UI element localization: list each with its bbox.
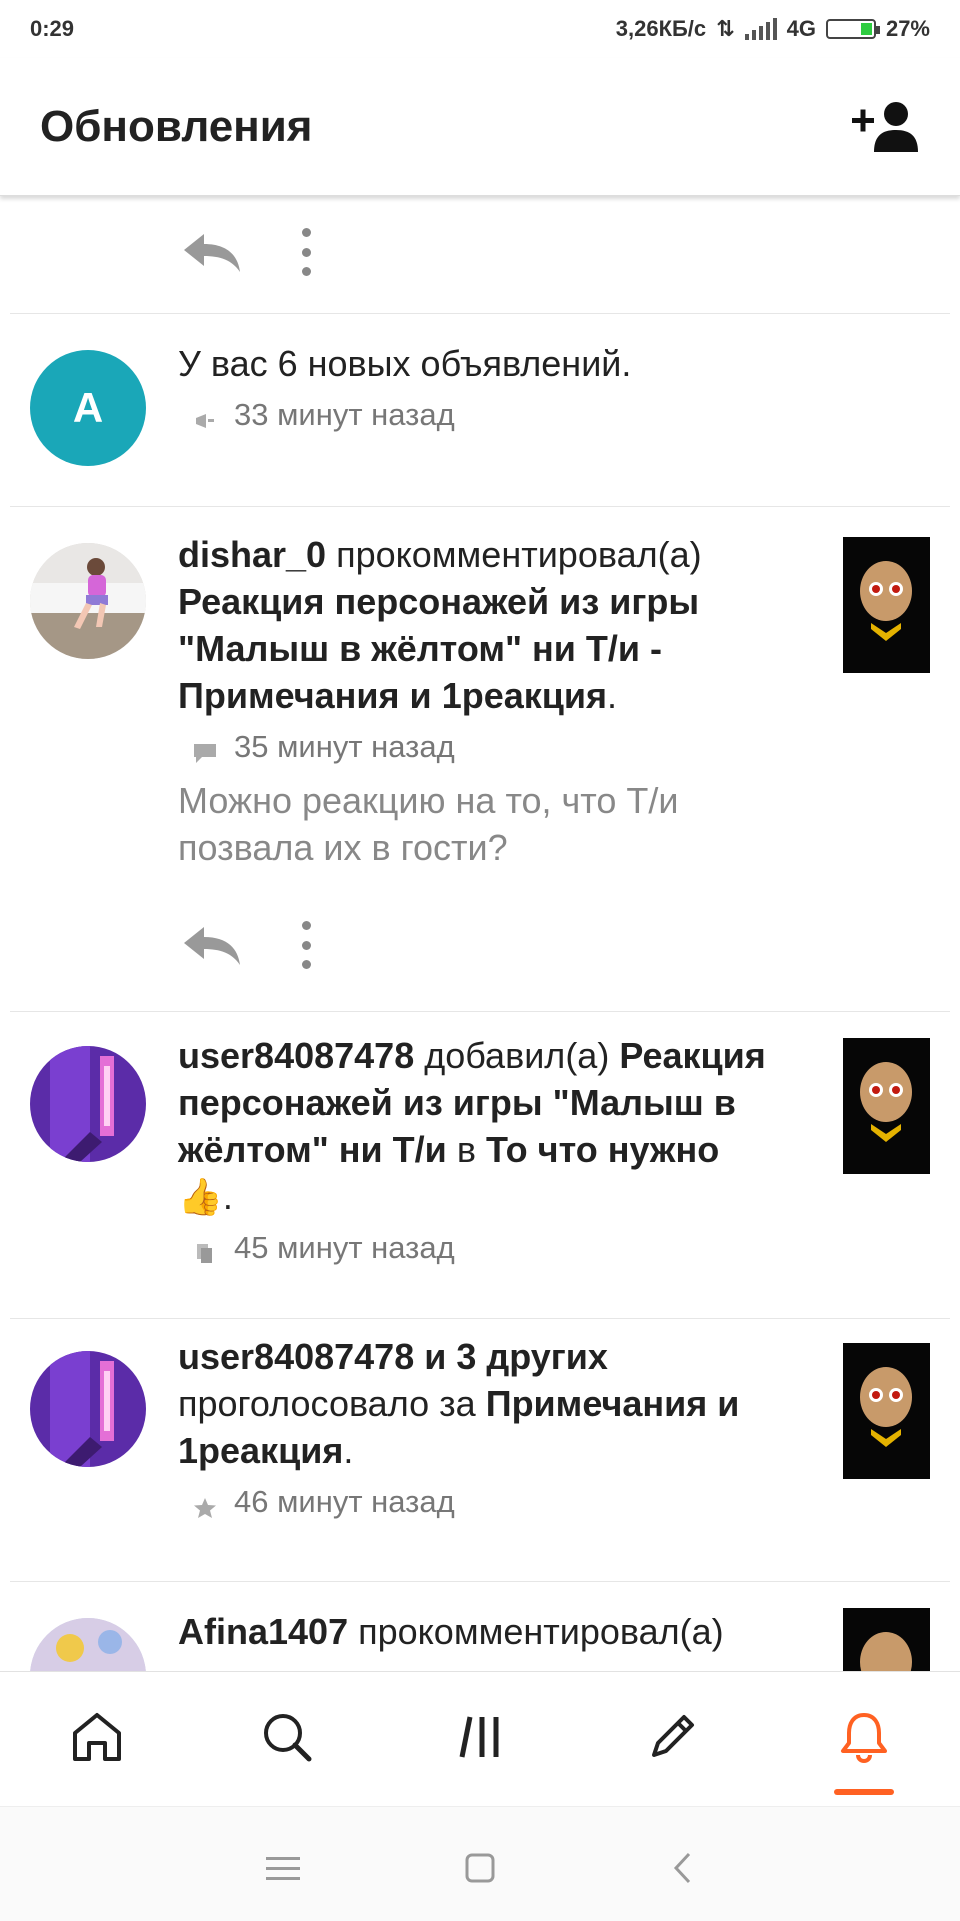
action-text: прокомментировал(а) xyxy=(336,534,702,575)
item-time: 45 минут назад xyxy=(234,1230,455,1265)
story-cover-thumbnail[interactable] xyxy=(843,1343,930,1479)
item-meta: 45 минут назад xyxy=(178,1230,818,1266)
added-to-list-notification[interactable]: user84087478 добавил(а) Реакция персонаж… xyxy=(0,1012,960,1312)
app-bar: Обновления xyxy=(0,58,960,196)
comment-preview[interactable]: Можно реакцию на то, что Т/и позвала их … xyxy=(178,777,818,871)
add-person-icon[interactable] xyxy=(850,97,920,157)
avatar[interactable] xyxy=(30,1351,146,1467)
battery-icon xyxy=(825,19,880,39)
story-title-link[interactable]: Реакция xyxy=(619,1035,765,1076)
status-time: 0:29 xyxy=(30,16,75,41)
item-meta: 46 минут назад xyxy=(178,1484,818,1520)
menu-icon[interactable] xyxy=(258,1843,308,1893)
avatar-letter: A xyxy=(72,384,104,431)
previous-item-actions xyxy=(0,196,960,314)
back-icon[interactable] xyxy=(658,1843,708,1893)
item-meta: 33 минут назад xyxy=(178,397,818,433)
item-time: 35 минут назад xyxy=(234,729,455,764)
bottom-navigation xyxy=(0,1671,960,1807)
reading-list-link[interactable]: То что нужно xyxy=(486,1129,719,1170)
avatar[interactable] xyxy=(30,543,146,659)
punctuation: . xyxy=(607,675,618,716)
battery-percent: 27% xyxy=(885,16,930,41)
notifications-icon[interactable] xyxy=(829,1702,899,1772)
vote-notification[interactable]: user84087478 и 3 других проголосовало за… xyxy=(0,1319,960,1579)
thumbs-up-emoji: 👍 xyxy=(178,1176,223,1217)
network-speed: 3,26КБ/с xyxy=(615,16,707,41)
battery-fill xyxy=(860,23,872,35)
updates-feed[interactable]: A У вас 6 новых объявлений. 33 минут наз… xyxy=(0,196,960,1671)
punctuation: . xyxy=(343,1430,354,1471)
star-icon xyxy=(192,1491,218,1518)
story-title-link[interactable]: Реакция персонажей из игры xyxy=(178,581,699,622)
status-bar: 0:29 3,26КБ/с ⇅ 4G 27% xyxy=(0,0,960,58)
home-square-icon[interactable] xyxy=(455,1843,505,1893)
action-text: прокомментировал(а) xyxy=(358,1611,724,1652)
write-icon[interactable] xyxy=(637,1702,707,1772)
username-link[interactable]: Afina1407 xyxy=(178,1611,348,1652)
comment-notification[interactable]: dishar_0 прокомментировал(а) Реакция пер… xyxy=(0,507,960,1007)
username-link[interactable]: user84087478 и 3 других xyxy=(178,1336,608,1377)
username-link[interactable]: user84087478 xyxy=(178,1035,414,1076)
story-cover-thumbnail[interactable] xyxy=(843,537,930,673)
comment-icon xyxy=(192,736,218,763)
reply-icon[interactable] xyxy=(180,230,244,274)
story-title-link[interactable]: "Малыш в жёлтом" ни Т/и - xyxy=(178,628,662,669)
megaphone-icon xyxy=(192,404,218,428)
more-options-icon[interactable] xyxy=(290,921,322,969)
announcement-item[interactable]: A У вас 6 новых объявлений. 33 минут наз… xyxy=(0,314,960,506)
search-icon[interactable] xyxy=(252,1702,322,1772)
story-cover-thumbnail[interactable] xyxy=(843,1608,930,1671)
signal-icon xyxy=(744,18,777,40)
item-meta: 35 минут назад xyxy=(178,729,818,765)
comment-line: позвала их в гости? xyxy=(178,827,508,868)
username-link[interactable]: dishar_0 xyxy=(178,534,326,575)
item-time: 33 минут назад xyxy=(234,397,455,432)
comment-notification[interactable]: Afina1407 прокомментировал(а) xyxy=(0,1582,960,1671)
story-title-link[interactable]: персонажей из игры "Малыш в xyxy=(178,1082,736,1123)
story-cover-thumbnail[interactable] xyxy=(843,1038,930,1174)
action-text: добавил(а) xyxy=(424,1035,610,1076)
chapter-title-link[interactable]: 1реакция xyxy=(178,1430,343,1471)
connector-text: в xyxy=(456,1129,476,1170)
home-icon[interactable] xyxy=(62,1702,132,1772)
library-icon[interactable] xyxy=(447,1702,517,1772)
notification-text: Afina1407 прокомментировал(а) xyxy=(178,1608,818,1655)
avatar[interactable] xyxy=(30,1618,146,1671)
active-tab-indicator xyxy=(834,1789,894,1795)
item-actions xyxy=(0,889,960,1007)
notification-text: user84087478 добавил(а) Реакция xyxy=(178,1032,818,1079)
announcement-text: У вас 6 новых объявлений. xyxy=(178,343,632,384)
action-text: проголосовало за xyxy=(178,1383,476,1424)
chapter-title-link[interactable]: Примечания и xyxy=(486,1383,740,1424)
network-type: 4G xyxy=(786,16,816,41)
page-title: Обновления xyxy=(40,101,313,151)
avatar: A xyxy=(30,350,146,466)
more-options-icon[interactable] xyxy=(290,228,322,276)
notification-text: dishar_0 прокомментировал(а) xyxy=(178,531,818,578)
comment-line: Можно реакцию на то, что Т/и xyxy=(178,780,679,821)
reply-icon[interactable] xyxy=(180,923,244,967)
data-transfer-icon: ⇅ xyxy=(716,16,735,41)
copy-icon xyxy=(192,1237,218,1263)
punctuation: . xyxy=(222,1176,233,1217)
story-title-link[interactable]: жёлтом" ни Т/и xyxy=(178,1129,447,1170)
item-time: 46 минут назад xyxy=(234,1484,455,1519)
system-navigation xyxy=(0,1806,960,1921)
status-indicators: 3,26КБ/с ⇅ 4G 27% xyxy=(616,16,930,42)
chapter-title-link[interactable]: Примечания и 1реакция xyxy=(178,675,607,716)
avatar[interactable] xyxy=(30,1046,146,1162)
